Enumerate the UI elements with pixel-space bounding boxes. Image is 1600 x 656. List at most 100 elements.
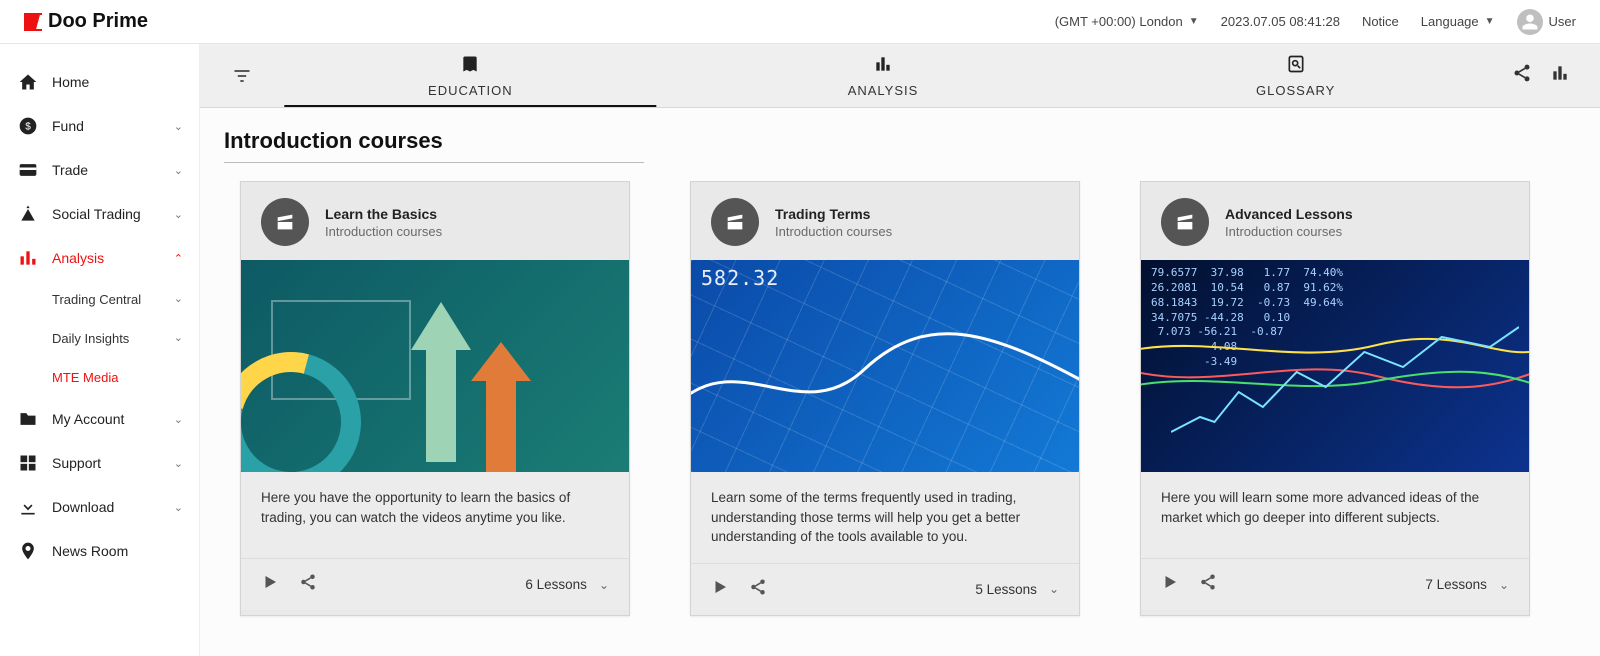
card-description: Here you have the opportunity to learn t…	[241, 472, 629, 558]
sidebar-item-fund[interactable]: $ Fund ⌄	[0, 104, 199, 148]
title-underline	[224, 162, 644, 163]
avatar-icon	[1517, 9, 1543, 35]
card-footer: 7 Lessons ⌄	[1141, 558, 1529, 610]
sidebar-item-home[interactable]: Home	[0, 60, 199, 104]
sidebar-item-news-room[interactable]: News Room	[0, 529, 199, 573]
social-icon	[18, 204, 38, 224]
image-overlay-number: 582.32	[701, 266, 779, 290]
timezone-selector[interactable]: (GMT +00:00) London ▼	[1055, 14, 1199, 29]
notice-link[interactable]: Notice	[1362, 14, 1399, 29]
card-image: 79.6577 37.98 1.77 74.40% 26.2081 10.54 …	[1141, 260, 1529, 472]
sidebar-item-label: Home	[52, 74, 89, 90]
card-header: Learn the Basics Introduction courses	[241, 182, 629, 260]
card-header: Trading Terms Introduction courses	[691, 182, 1079, 260]
notice-label: Notice	[1362, 14, 1399, 29]
sidebar-item-my-account[interactable]: My Account ⌄	[0, 397, 199, 441]
server-datetime: 2023.07.05 08:41:28	[1221, 14, 1340, 29]
sidebar-sub-label: Trading Central	[52, 292, 141, 307]
course-card[interactable]: Advanced Lessons Introduction courses 79…	[1140, 181, 1530, 616]
search-page-icon	[1286, 54, 1306, 77]
user-menu[interactable]: User	[1517, 9, 1576, 35]
header-right: (GMT +00:00) London ▼ 2023.07.05 08:41:2…	[1055, 9, 1576, 35]
brand[interactable]: Doo Prime	[24, 10, 148, 33]
sidebar-sub-mte-media[interactable]: MTE Media	[0, 358, 199, 397]
tab-label: ANALYSIS	[848, 83, 919, 98]
course-card-row: Learn the Basics Introduction courses He…	[200, 181, 1600, 616]
chevron-down-icon: ⌄	[174, 501, 183, 514]
sidebar-item-label: My Account	[52, 411, 124, 427]
chevron-down-icon: ⌄	[1499, 578, 1509, 592]
clapper-icon	[711, 198, 759, 246]
sidebar-item-download[interactable]: Download ⌄	[0, 485, 199, 529]
lessons-toggle[interactable]: 6 Lessons ⌄	[525, 577, 609, 592]
page-title: Introduction courses	[200, 108, 1600, 162]
lessons-toggle[interactable]: 7 Lessons ⌄	[1425, 577, 1509, 592]
sidebar-item-label: News Room	[52, 543, 128, 559]
card-footer: 5 Lessons ⌄	[691, 563, 1079, 615]
lessons-count: 6 Lessons	[525, 577, 587, 592]
chevron-up-icon: ⌃	[174, 252, 183, 265]
share-icon[interactable]	[1199, 573, 1217, 596]
sidebar-item-trade[interactable]: Trade ⌄	[0, 148, 199, 192]
sidebar-item-label: Social Trading	[52, 206, 141, 222]
sidebar: Home $ Fund ⌄ Trade ⌄ Social Trading ⌄ A…	[0, 44, 200, 656]
filter-button[interactable]	[220, 44, 264, 107]
apps-icon	[18, 453, 38, 473]
card-description: Here you will learn some more advanced i…	[1141, 472, 1529, 558]
card-description: Learn some of the terms frequently used …	[691, 472, 1079, 563]
top-header: Doo Prime (GMT +00:00) London ▼ 2023.07.…	[0, 0, 1600, 44]
card-footer: 6 Lessons ⌄	[241, 558, 629, 610]
coin-icon: $	[18, 116, 38, 136]
chevron-down-icon: ▼	[1189, 16, 1199, 27]
chevron-down-icon: ⌄	[174, 120, 183, 133]
tab-education[interactable]: EDUCATION	[264, 44, 677, 107]
lessons-toggle[interactable]: 5 Lessons ⌄	[975, 582, 1059, 597]
card-title: Advanced Lessons	[1225, 206, 1353, 222]
user-label: User	[1549, 14, 1576, 29]
play-icon[interactable]	[711, 578, 729, 601]
course-card[interactable]: Trading Terms Introduction courses 582.3…	[690, 181, 1080, 616]
sidebar-item-label: Fund	[52, 118, 84, 134]
card-titles: Learn the Basics Introduction courses	[325, 206, 442, 239]
share-icon[interactable]	[749, 578, 767, 601]
svg-text:$: $	[25, 121, 31, 132]
card-image: 582.32	[691, 260, 1079, 472]
main-area: EDUCATION ANALYSIS GLOSSARY Introduction…	[200, 44, 1600, 656]
pin-icon	[18, 541, 38, 561]
chevron-down-icon: ⌄	[174, 457, 183, 470]
chevron-down-icon: ⌄	[1049, 582, 1059, 596]
language-label: Language	[1421, 14, 1479, 29]
sidebar-sub-label: Daily Insights	[52, 331, 129, 346]
brand-logo-icon	[24, 13, 42, 31]
sidebar-item-support[interactable]: Support ⌄	[0, 441, 199, 485]
card-icon	[18, 160, 38, 180]
sidebar-sub-trading-central[interactable]: Trading Central ⌄	[0, 280, 199, 319]
play-icon[interactable]	[1161, 573, 1179, 596]
card-subtitle: Introduction courses	[325, 224, 442, 239]
book-icon	[460, 54, 480, 77]
sidebar-item-analysis[interactable]: Analysis ⌃	[0, 236, 199, 280]
course-card[interactable]: Learn the Basics Introduction courses He…	[240, 181, 630, 616]
sidebar-item-label: Support	[52, 455, 101, 471]
card-titles: Advanced Lessons Introduction courses	[1225, 206, 1353, 239]
tab-label: EDUCATION	[428, 83, 513, 98]
share-icon[interactable]	[1512, 63, 1532, 88]
chevron-down-icon: ▼	[1485, 16, 1495, 27]
sidebar-item-social-trading[interactable]: Social Trading ⌄	[0, 192, 199, 236]
datetime-text: 2023.07.05 08:41:28	[1221, 14, 1340, 29]
play-icon[interactable]	[261, 573, 279, 596]
chevron-down-icon: ⌄	[174, 164, 183, 177]
share-icon[interactable]	[299, 573, 317, 596]
home-icon	[18, 72, 38, 92]
tab-analysis[interactable]: ANALYSIS	[677, 44, 1090, 107]
stats-icon[interactable]	[1550, 63, 1570, 88]
tab-strip-actions	[1502, 44, 1580, 107]
card-titles: Trading Terms Introduction courses	[775, 206, 892, 239]
sidebar-item-label: Trade	[52, 162, 88, 178]
tab-strip: EDUCATION ANALYSIS GLOSSARY	[200, 44, 1600, 108]
chevron-down-icon: ⌄	[174, 208, 183, 221]
sidebar-sub-daily-insights[interactable]: Daily Insights ⌄	[0, 319, 199, 358]
tab-glossary[interactable]: GLOSSARY	[1089, 44, 1502, 107]
language-selector[interactable]: Language ▼	[1421, 14, 1495, 29]
chevron-down-icon: ⌄	[599, 578, 609, 592]
